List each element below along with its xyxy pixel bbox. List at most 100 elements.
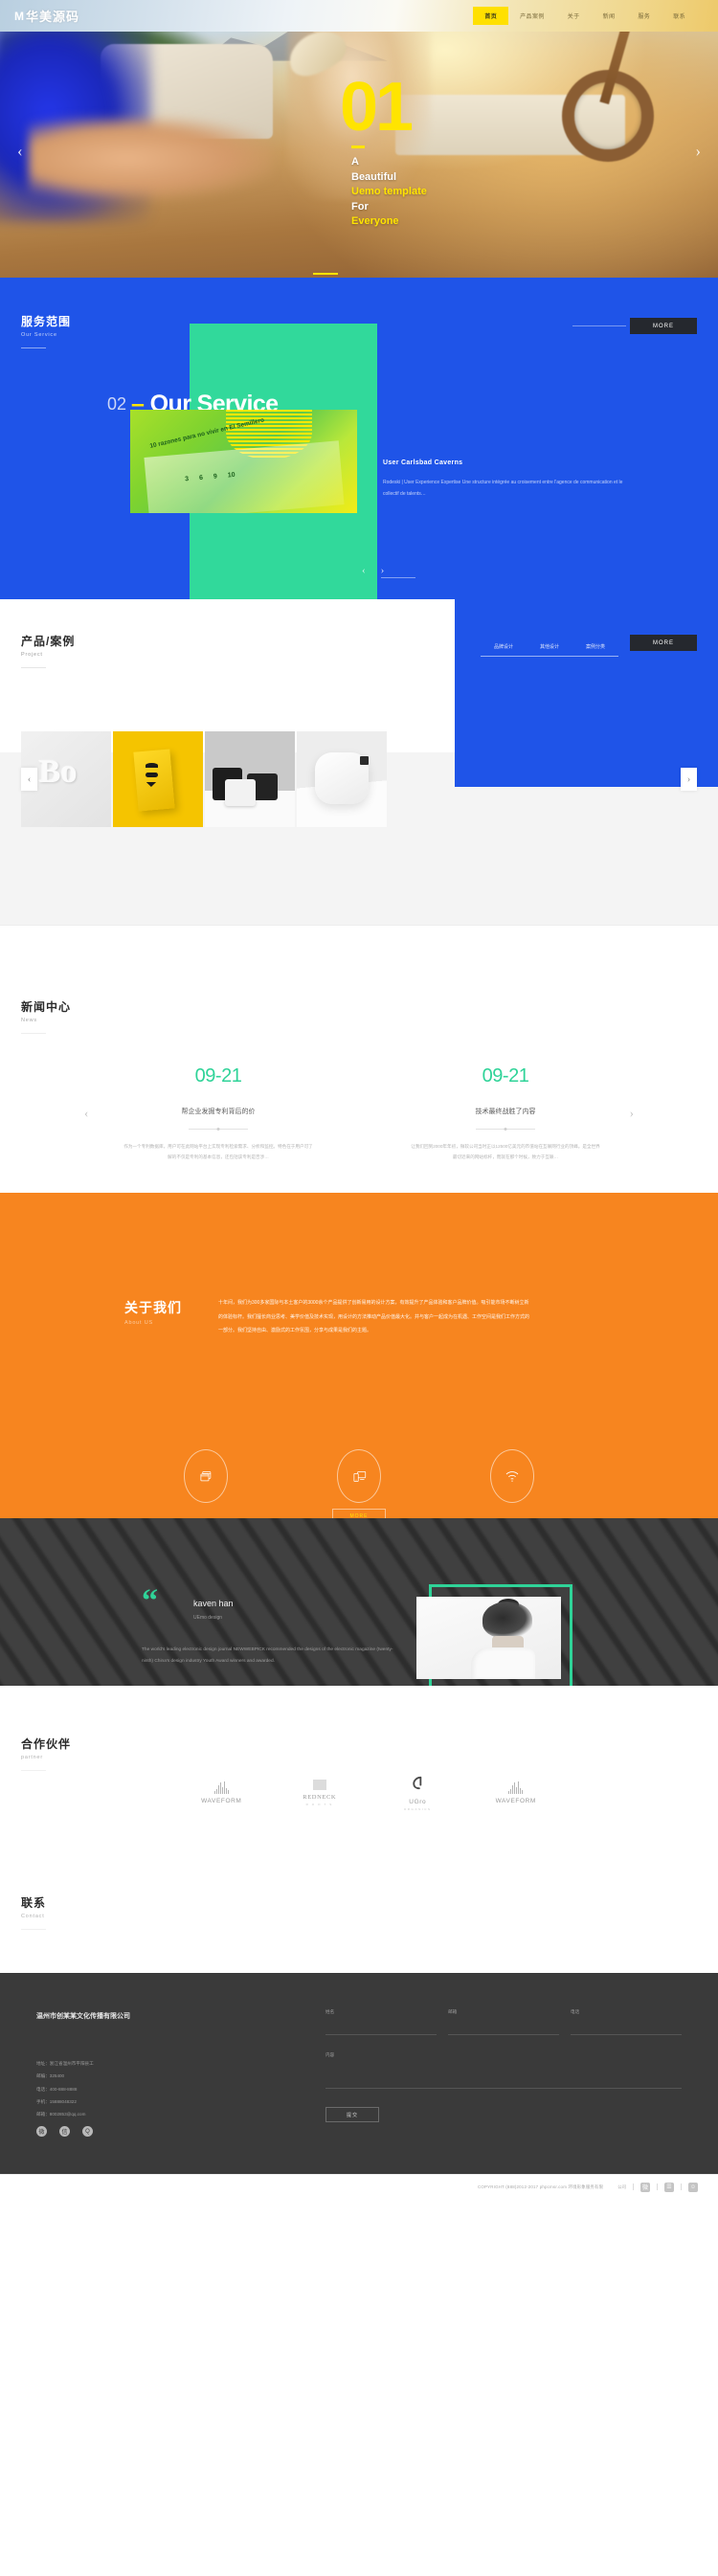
waveform-icon [213, 1781, 229, 1794]
service-section: 服务范围 Our Service 02 – Our Service 10 raz… [0, 278, 718, 599]
bottom-link-company[interactable]: 公司 [611, 2184, 633, 2190]
service-image-number: 6 [198, 474, 204, 482]
about-more-button[interactable]: MORE [332, 1509, 386, 1518]
partners-title-cn: 合作伙伴 [21, 1737, 72, 1751]
footer-field-name: 姓名 [325, 2009, 437, 2035]
news-title-cn: 新闻中心 [21, 1000, 72, 1014]
about-card[interactable]: Future Design Suitable for any kind of c… [450, 1449, 574, 1518]
hero-next-arrow[interactable]: › [695, 142, 701, 161]
name-input[interactable] [325, 2019, 437, 2035]
products-next-arrow[interactable]: › [681, 768, 697, 791]
service-card-title: User Carlsbad Caverns [383, 459, 463, 466]
products-title-cn: 产品/案例 [21, 635, 76, 648]
service-card-desc: Rodeski | User Experience Expertise Une … [383, 480, 623, 497]
partner-logo-label: WAVEFORM [201, 1798, 242, 1804]
service-next-arrow[interactable]: › [381, 565, 385, 576]
waveform-icon [508, 1781, 524, 1794]
hero-line-4: For [351, 200, 369, 213]
products-more-button[interactable]: MORE [630, 635, 697, 651]
service-image-number: 3 [184, 475, 190, 483]
photo-body-decor [471, 1647, 535, 1679]
footer-field-phone-label: 电话 [571, 2009, 580, 2014]
service-image-number: 10 [227, 471, 236, 480]
news-item-separator [189, 1129, 248, 1130]
site-logo[interactable]: M 华美源码 [14, 7, 79, 25]
service-prev-arrow[interactable]: ‹ [362, 565, 366, 576]
main-nav: 首页 产品案例 关于 新闻 服务 联系 [473, 7, 718, 25]
photo-head-decor [482, 1602, 532, 1638]
partners-rule-decor [21, 1770, 46, 1771]
products-tab-1[interactable]: 品牌设计 [480, 639, 527, 657]
product-card-caption: Bo [38, 754, 78, 790]
about-section-heading: 关于我们 About US [124, 1298, 182, 1326]
site-footer: 温州市创某某文化传播有限公司 地址：浙江省温州市平阳县工 邮编：325400 电… [0, 1973, 718, 2174]
news-item-desc: 让我们回到2000年年初，微软公司当时正以12500亿美元的市值站在互联网行业的… [411, 1144, 600, 1160]
product-card[interactable] [113, 731, 203, 827]
news-item-desc: 作为一个专利数据库，用户可在此网站平台上实现专利检索需求、分析和监控。特色在于用… [123, 1144, 313, 1160]
product-card[interactable] [297, 731, 387, 827]
chat-icon[interactable]: ☺ [688, 2182, 698, 2192]
news-next-arrow[interactable]: › [630, 1106, 634, 1121]
footer-company-name: 温州市创某某文化传播有限公司 [36, 2013, 130, 2020]
bottom-bar: COPYRIGHT (888)2012-2017 phpcmsr.com 环境形… [0, 2174, 718, 2199]
service-more-rule-decor [572, 325, 626, 326]
service-slide-image[interactable]: 10 razones para no vivir en El Semillero… [130, 410, 357, 513]
footer-address: 地址：浙江省温州市平阳县工 [36, 2061, 94, 2066]
windows-icon [199, 1469, 213, 1484]
nav-item-service[interactable]: 服务 [626, 7, 662, 25]
partner-logo[interactable]: UGro ORGANICS [369, 1772, 467, 1814]
product-tag-decor [359, 756, 369, 765]
partners-title-en: partner [21, 1755, 44, 1760]
about-card-icon-frame [184, 1449, 228, 1503]
news-item[interactable]: 09-21 帮企业发掘专利背后的价 作为一个专利数据库，用户可在此网站平台上实现… [75, 1065, 362, 1163]
service-slider-nav: ‹ › [362, 565, 384, 576]
partner-logo[interactable]: WAVEFORM [467, 1772, 566, 1814]
news-item-date: 09-21 [194, 1065, 242, 1086]
bottom-divider-decor [681, 2184, 682, 2190]
news-item[interactable]: 09-21 技术最终战胜了内容 让我们回到2000年年初，微软公司当时正以125… [362, 1065, 649, 1163]
partner-logo-label: REDNECK [303, 1794, 337, 1801]
contact-section: 联系 Contact [0, 1868, 718, 1973]
about-card[interactable]: Web Design Sedal is fully responsive one… [144, 1449, 268, 1518]
partner-logo[interactable]: REDNECK R O O T S [271, 1772, 370, 1814]
contact-title-cn: 联系 [21, 1896, 47, 1910]
qq-icon[interactable]: Q [82, 2126, 93, 2137]
logo-text: 华美源码 [26, 10, 80, 24]
email-input[interactable] [448, 2019, 559, 2035]
bottom-links: 公司 [611, 2184, 633, 2190]
partners-section-heading: 合作伙伴 partner [21, 1736, 71, 1771]
phone-input[interactable] [571, 2019, 682, 2035]
hero-arm-decor [29, 116, 273, 200]
site-header: M 华美源码 首页 产品案例 关于 新闻 服务 联系 [0, 0, 718, 32]
submit-button[interactable]: 提交 [325, 2107, 379, 2122]
news-prev-arrow[interactable]: ‹ [84, 1106, 88, 1121]
bottom-divider-decor [633, 2184, 634, 2190]
wechat-icon[interactable]: 信 [59, 2126, 70, 2137]
products-tab-2[interactable]: 其他设计 [526, 639, 572, 657]
service-more-button[interactable]: MORE [630, 318, 697, 334]
about-card-icon-frame [337, 1449, 381, 1503]
products-section-heading: 产品/案例 Project [21, 633, 75, 668]
partner-logo[interactable]: WAVEFORM [172, 1772, 271, 1814]
footer-mobile: 手机：15888048322 [36, 2098, 77, 2104]
nav-item-about[interactable]: 关于 [556, 7, 592, 25]
nav-item-news[interactable]: 新闻 [592, 7, 627, 25]
news-item-title: 帮企业发掘专利背后的价 [181, 1109, 256, 1115]
message-input[interactable] [325, 2058, 682, 2089]
logo-mark-icon: M [14, 9, 24, 23]
mobile-icon[interactable]: ☰ [664, 2182, 674, 2192]
weibo-icon[interactable]: 微 [36, 2126, 47, 2137]
products-prev-arrow[interactable]: ‹ [21, 768, 37, 791]
nav-item-home[interactable]: 首页 [473, 7, 509, 25]
news-rule-decor [21, 1033, 46, 1034]
nav-item-contact[interactable]: 联系 [662, 7, 697, 25]
hero-prev-arrow[interactable]: ‹ [17, 142, 23, 161]
products-tab-3[interactable]: 案例分类 [572, 639, 618, 657]
hero-line-3: Uemo template [351, 186, 427, 198]
weibo-icon[interactable]: 微 [640, 2182, 650, 2192]
product-card[interactable] [205, 731, 295, 827]
testimonial-author-role: UEmo design [193, 1615, 223, 1621]
testimonial-body: The world's leading electronic design jo… [142, 1647, 393, 1664]
nav-item-products[interactable]: 产品案例 [508, 7, 556, 25]
hero-dash-decor [351, 146, 365, 148]
